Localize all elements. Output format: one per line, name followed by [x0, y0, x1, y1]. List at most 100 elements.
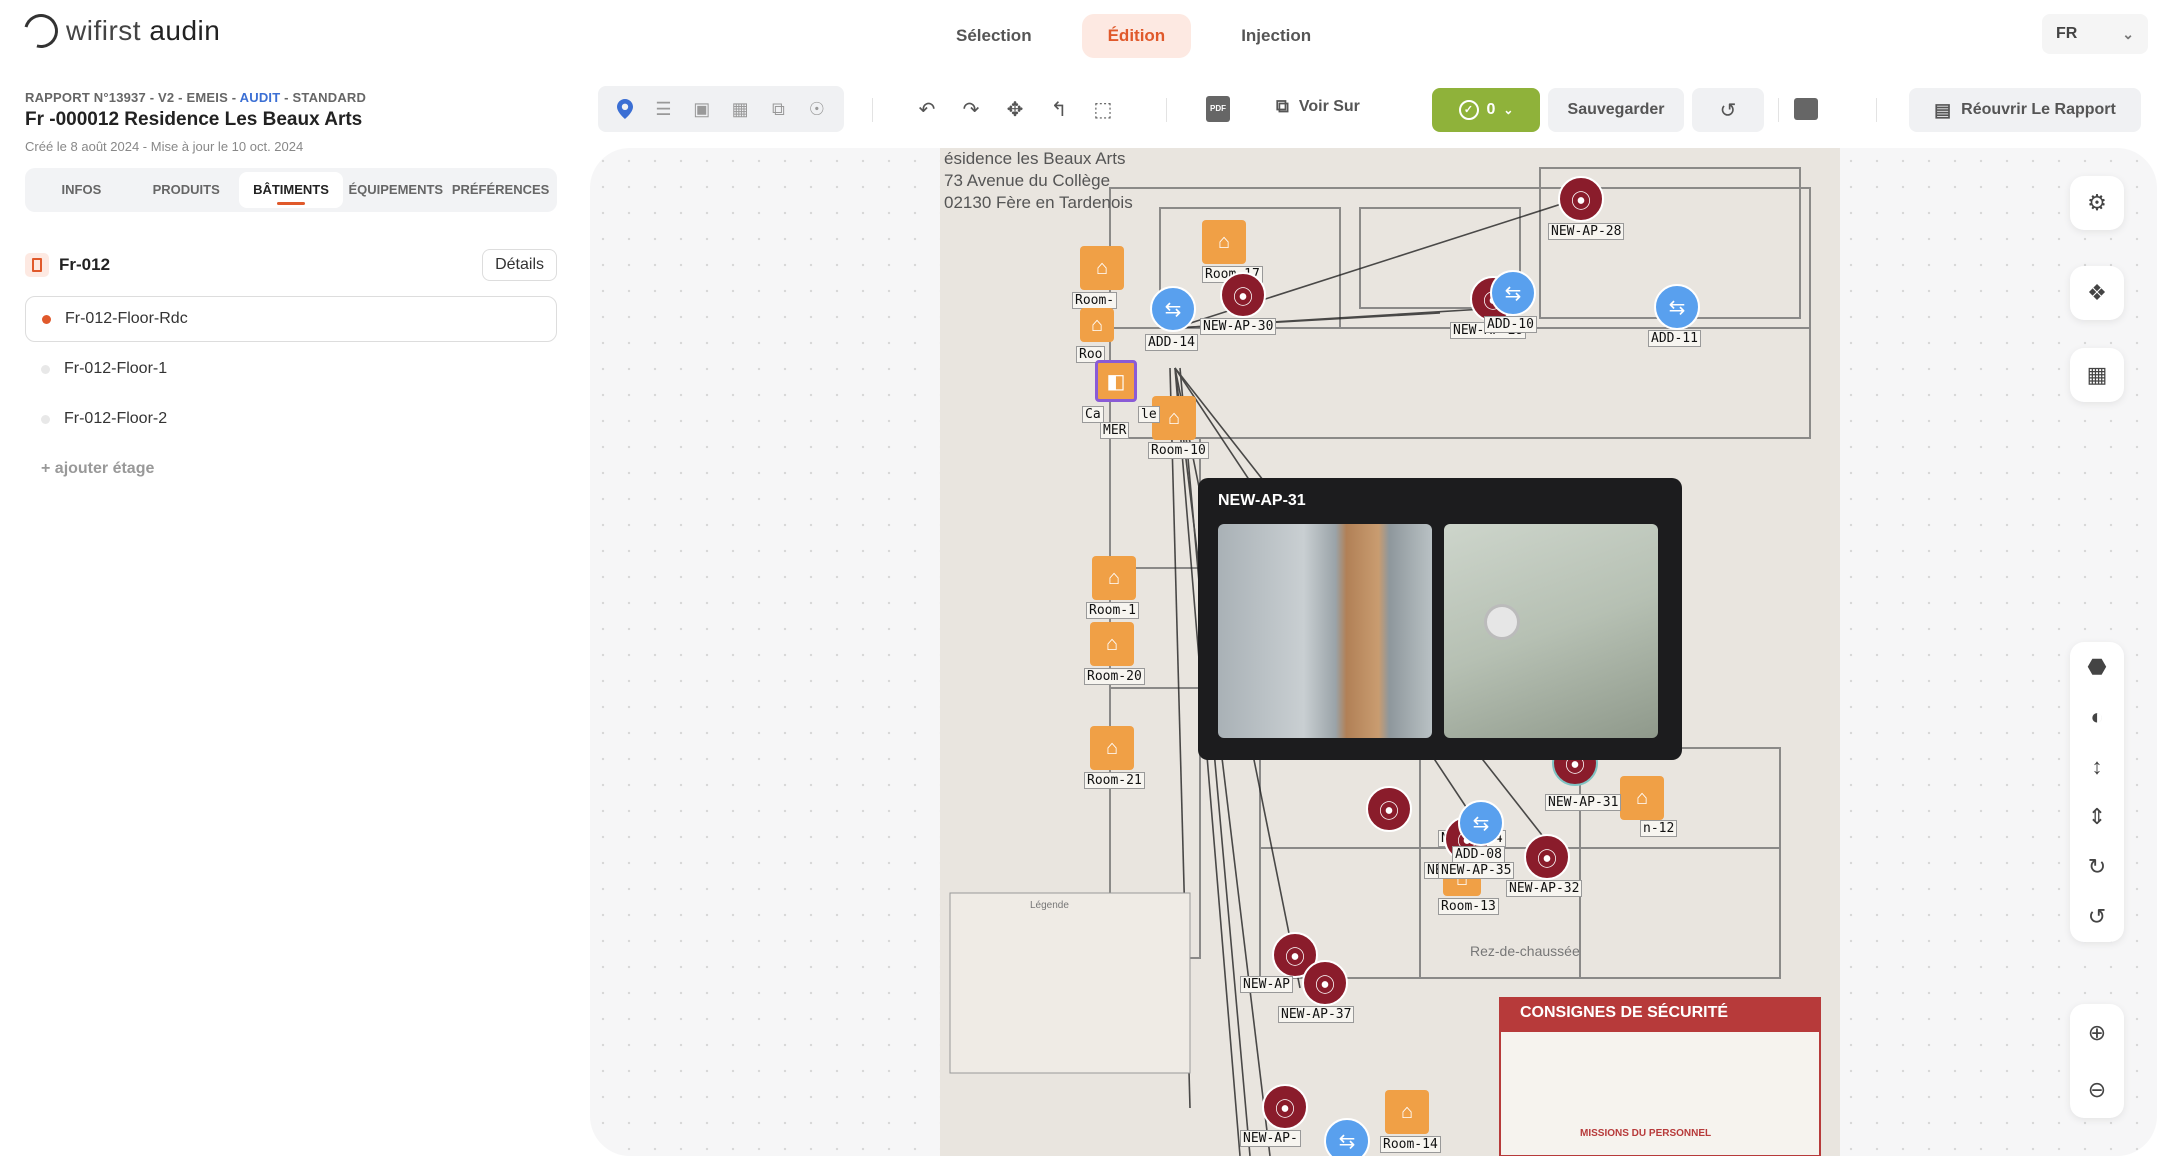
add-device-marker[interactable]: ⇆: [1458, 800, 1504, 846]
nav-edition[interactable]: Édition: [1081, 14, 1192, 58]
room-marker[interactable]: ⌂: [1090, 726, 1134, 770]
room-marker[interactable]: ⌂: [1092, 556, 1136, 600]
access-point-marker[interactable]: ⦿: [1262, 1084, 1308, 1130]
ap-label: NEW-AP-28: [1548, 223, 1625, 240]
access-point-marker[interactable]: ⦿: [1302, 960, 1348, 1006]
report-meta-line: RAPPORT N°13937 - V2 - EMEIS - AUDIT - S…: [25, 90, 366, 105]
building-header: Fr-012 Détails: [25, 248, 557, 282]
history-button[interactable]: ↺: [1692, 88, 1764, 132]
add-floor-link[interactable]: + ajouter étage: [41, 460, 154, 478]
contrast-icon[interactable]: ◐: [2080, 700, 2114, 734]
map-pin-icon[interactable]: [614, 98, 636, 120]
move-icon[interactable]: ✥: [1004, 98, 1026, 121]
room-marker[interactable]: ⌂: [1090, 622, 1134, 666]
floor-item-rdc[interactable]: Fr-012-Floor-Rdc: [25, 296, 557, 342]
compress-icon[interactable]: ⇕: [2080, 800, 2114, 834]
add-device-marker[interactable]: ⇆: [1490, 270, 1536, 316]
select-area-icon[interactable]: ⬚: [1092, 98, 1114, 121]
zoom-in-icon[interactable]: ⊕: [2080, 1016, 2114, 1050]
access-point-marker[interactable]: ⦿: [1220, 272, 1266, 318]
floor-item-1[interactable]: Fr-012-Floor-1: [25, 346, 557, 392]
toolbar-divider: [1166, 98, 1167, 122]
report-dates: Créé le 8 août 2024 - Mise à jour le 10 …: [25, 139, 304, 154]
focus-icon[interactable]: ⬣: [2080, 650, 2114, 684]
meta-separator: -: [280, 90, 293, 105]
language-value: FR: [2056, 25, 2078, 42]
ap-label: NEW-AP-37: [1278, 1006, 1355, 1023]
access-point-marker[interactable]: ⦿: [1524, 834, 1570, 880]
add-label: ADD-08: [1452, 846, 1505, 863]
fit-height-icon[interactable]: ↕: [2080, 750, 2114, 784]
add-label: ADD-10: [1484, 316, 1537, 333]
room-label: Room-1: [1086, 602, 1139, 619]
reopen-report-button[interactable]: ▤ Réouvrir Le Rapport: [1909, 88, 2141, 132]
report-meta: RAPPORT N°13937 - V2 - EMEIS - AUDIT - S…: [25, 90, 366, 154]
security-title: CONSIGNES DE SÉCURITÉ: [1520, 1004, 1729, 1021]
images-icon[interactable]: ▦: [729, 98, 751, 120]
plan-header-line: 73 Avenue du Collège: [944, 171, 1111, 190]
chip-icon[interactable]: ⚙: [2080, 186, 2114, 220]
logo[interactable]: wifirst audin: [17, 7, 220, 55]
history-icon: ↺: [1719, 99, 1737, 122]
cabinet-marker[interactable]: ◧: [1095, 360, 1137, 402]
rotate-left-icon[interactable]: ↺: [2080, 900, 2114, 934]
globe-icon[interactable]: ☉: [806, 98, 828, 120]
floor-label: Fr-012-Floor-2: [64, 410, 168, 427]
report-client: EMEIS: [186, 90, 228, 105]
add-label: ADD-14: [1145, 334, 1198, 351]
list-icon[interactable]: ☰: [652, 98, 674, 120]
fab-group-image-tools: ⬣ ◐ ↕ ⇕ ↻ ↺: [2070, 642, 2124, 942]
nav-injection[interactable]: Injection: [1215, 14, 1337, 58]
shapes-icon[interactable]: ❖: [2080, 276, 2114, 310]
meta-separator: -: [227, 90, 240, 105]
ap-label: NEW-AP-32: [1506, 880, 1583, 897]
voir-sur-button[interactable]: ⧉ Voir Sur: [1276, 96, 1360, 117]
access-point-device: [1484, 604, 1520, 640]
ruler-icon[interactable]: ⧉: [767, 98, 789, 120]
nav-selection[interactable]: Sélection: [930, 14, 1058, 58]
room-marker[interactable]: ⌂: [1620, 776, 1664, 820]
undo-icon[interactable]: ↶: [916, 98, 938, 121]
room-marker[interactable]: ⌂: [1385, 1090, 1429, 1134]
columns-icon[interactable]: ▦: [2080, 358, 2114, 392]
ap-label: NEW-AP: [1240, 976, 1293, 993]
tool-group-view: ☰ ▣ ▦ ⧉ ☉: [598, 86, 844, 132]
tab-equipements[interactable]: ÉQUIPEMENTS: [343, 172, 448, 208]
access-point-marker[interactable]: ⦿: [1558, 176, 1604, 222]
room-marker[interactable]: ⌂: [1080, 246, 1124, 290]
editor-toolbar: ☰ ▣ ▦ ⧉ ☉ ↶ ↷ ✥ ↰ ⬚ PDF ⧉ Voir Sur ✓ 0 ⌄…: [598, 86, 2143, 134]
document-icon[interactable]: [1794, 98, 1818, 120]
add-label: ADD-11: [1648, 330, 1701, 347]
language-select[interactable]: FR ⌄: [2042, 14, 2148, 54]
add-device-marker[interactable]: ⇆: [1654, 284, 1700, 330]
picture-frame-icon[interactable]: ▣: [691, 98, 713, 120]
connector-icon[interactable]: ↰: [1048, 98, 1070, 121]
report-number: RAPPORT N°13937 - V2 -: [25, 90, 187, 105]
access-point-marker[interactable]: ⦿: [1366, 786, 1412, 832]
tab-preferences[interactable]: PRÉFÉRENCES: [448, 172, 553, 208]
plan-header-line: 02130 Fère en Tardenois: [944, 193, 1133, 212]
ap-label: NEW-AP-30: [1200, 318, 1277, 335]
pdf-export-icon[interactable]: PDF: [1206, 96, 1230, 122]
ap-photo-1[interactable]: [1218, 524, 1432, 738]
tab-batiments[interactable]: BÂTIMENTS: [238, 172, 344, 208]
redo-icon[interactable]: ↷: [960, 98, 982, 121]
save-button[interactable]: Sauvegarder: [1548, 88, 1684, 132]
rotate-right-icon[interactable]: ↻: [2080, 850, 2114, 884]
tab-infos[interactable]: INFOS: [29, 172, 134, 208]
add-device-marker[interactable]: ⇆: [1150, 286, 1196, 332]
ap-photo-2[interactable]: [1444, 524, 1658, 738]
room-label: Room-20: [1084, 668, 1145, 685]
room-marker[interactable]: ⌂: [1202, 220, 1246, 264]
validation-count-button[interactable]: ✓ 0 ⌄: [1432, 88, 1540, 132]
map-canvas[interactable]: ésidence les Beaux Arts 73 Avenue du Col…: [590, 148, 2157, 1156]
ap-photo-popup: NEW-AP-31: [1198, 478, 1682, 760]
floor-item-2[interactable]: Fr-012-Floor-2: [25, 396, 557, 442]
room-marker[interactable]: ⌂: [1080, 308, 1114, 342]
building-icon: [25, 253, 49, 277]
zoom-out-icon[interactable]: ⊖: [2080, 1073, 2114, 1107]
tab-produits[interactable]: PRODUITS: [134, 172, 239, 208]
cabinet-label-mer: MER: [1100, 422, 1130, 439]
details-button[interactable]: Détails: [482, 249, 557, 281]
add-device-marker[interactable]: ⇆: [1324, 1118, 1370, 1156]
